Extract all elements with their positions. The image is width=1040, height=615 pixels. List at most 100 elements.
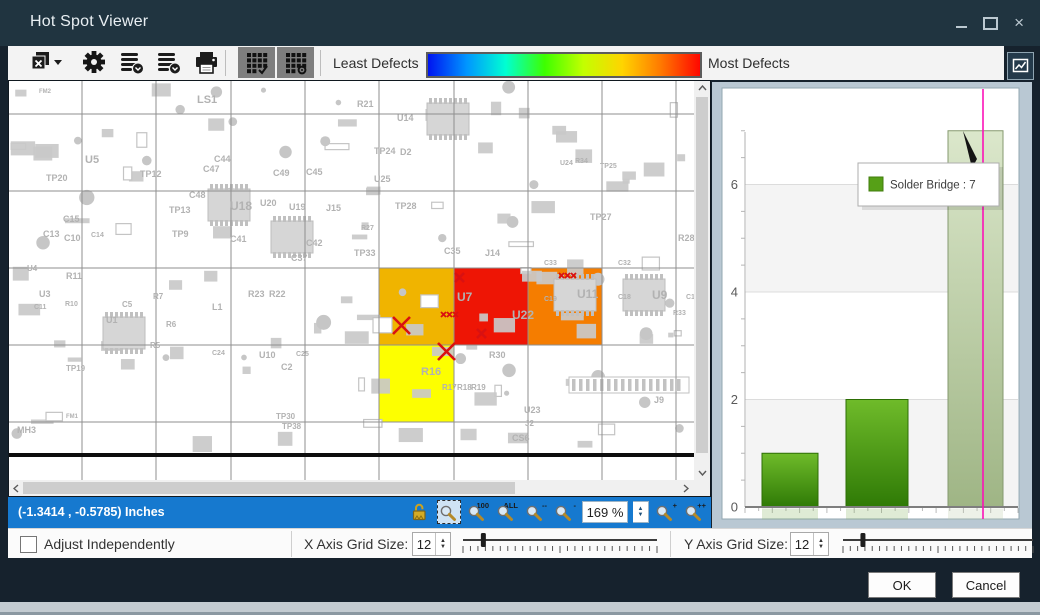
zoom-region-icon[interactable] bbox=[437, 500, 461, 524]
pcb-component-label: TP38 bbox=[282, 422, 302, 431]
pcb-component-label: TP13 bbox=[169, 205, 191, 215]
pcb-component-label: TP27 bbox=[590, 212, 612, 222]
pcb-component-label: C48 bbox=[189, 190, 206, 200]
x-grid-size-slider[interactable] bbox=[460, 533, 660, 560]
pcb-component-label: J15 bbox=[326, 203, 341, 213]
pcb-component-label: J2 bbox=[525, 419, 534, 428]
minimize-button[interactable] bbox=[956, 26, 967, 28]
zoom-in-icon[interactable]: + bbox=[654, 500, 678, 524]
pcb-component-label: R33 bbox=[673, 310, 686, 317]
zoom-out-icon[interactable]: - bbox=[553, 500, 577, 524]
x-grid-size-arrows[interactable]: ▲▼ bbox=[435, 533, 450, 555]
defect-color-scale bbox=[426, 52, 702, 78]
pcb-component-label: C35 bbox=[444, 246, 461, 256]
close-button[interactable]: × bbox=[1014, 14, 1024, 31]
slider-thumb[interactable] bbox=[481, 533, 486, 547]
y-axis-grid-size-label: Y Axis Grid Size: bbox=[684, 536, 788, 552]
y-grid-size-value[interactable]: 12 bbox=[791, 533, 813, 555]
maximize-button[interactable] bbox=[983, 17, 998, 30]
pcb-component-label: TP9 bbox=[172, 229, 189, 239]
pcb-component-label: LS1 bbox=[197, 94, 217, 106]
cancel-button[interactable]: Cancel bbox=[952, 572, 1020, 598]
y-grid-size-spinner[interactable]: 12 ▲▼ bbox=[790, 532, 829, 556]
grid-size-controls: Adjust Independently X Axis Grid Size: 1… bbox=[8, 528, 1032, 558]
pcb-component-label: U23 bbox=[524, 405, 541, 415]
pcb-component-label: C47 bbox=[203, 164, 220, 174]
toolbar-separator bbox=[320, 50, 321, 76]
pcb-component-label: TP19 bbox=[66, 364, 86, 373]
pcb-component-label: C19 bbox=[544, 296, 557, 303]
pcb-component-label: U7 bbox=[457, 290, 473, 304]
pcb-component-label: TP24 bbox=[374, 146, 396, 156]
statusbar: (-1.3414 , -0.5785) Inches 100ALL---169 … bbox=[8, 497, 711, 528]
y-grid-size-arrows[interactable]: ▲▼ bbox=[813, 533, 828, 555]
scroll-up-icon[interactable] bbox=[698, 85, 707, 91]
zoom-all-icon[interactable]: ALL bbox=[495, 500, 519, 524]
zoom-percent-field[interactable]: 169 % bbox=[582, 501, 628, 523]
chart-bar[interactable] bbox=[762, 453, 818, 507]
scroll-left-icon[interactable] bbox=[13, 484, 19, 493]
slider-thumb[interactable] bbox=[860, 533, 865, 547]
pcb-component-label: C18 bbox=[618, 294, 631, 301]
vertical-scrollbar[interactable] bbox=[694, 81, 710, 480]
pcb-component-label: R5 bbox=[150, 341, 161, 350]
load-defects-icon-2[interactable] bbox=[157, 51, 183, 80]
zoom-in-double-icon[interactable]: ++ bbox=[683, 500, 707, 524]
pcb-canvas[interactable]: LS1U5TP20TP12TP13TP9C15C13C10C14R11U3R10… bbox=[9, 81, 694, 480]
ok-button[interactable]: OK bbox=[868, 572, 936, 598]
pcb-component-label: C10 bbox=[64, 233, 81, 243]
pcb-component-label: C33 bbox=[544, 260, 557, 267]
export-views-icon[interactable] bbox=[30, 51, 64, 80]
pcb-component-label: R23 bbox=[248, 289, 265, 299]
vertical-scroll-thumb[interactable] bbox=[696, 97, 708, 453]
chart-bar[interactable] bbox=[846, 400, 908, 508]
window-bottom-border bbox=[0, 602, 1040, 612]
x-grid-size-spinner[interactable]: 12 ▲▼ bbox=[412, 532, 451, 556]
adjust-independently-checkbox[interactable] bbox=[20, 536, 37, 553]
defect-bar-chart[interactable]: 0246Solder Bridge : 7 bbox=[712, 82, 1032, 528]
x-grid-size-value[interactable]: 12 bbox=[413, 533, 435, 555]
defect-chart-toggle-button[interactable] bbox=[1007, 52, 1034, 80]
scroll-right-icon[interactable] bbox=[683, 484, 689, 493]
chart-y-tick-label: 2 bbox=[731, 392, 738, 407]
defect-chart-panel: 0246Solder Bridge : 7 bbox=[712, 82, 1032, 528]
pcb-component-label: R11 bbox=[66, 271, 82, 281]
pcb-component-label: D2 bbox=[400, 147, 412, 157]
pcb-hotspot-view[interactable]: LS1U5TP20TP12TP13TP9C15C13C10C14R11U3R10… bbox=[8, 80, 711, 497]
pcb-component-label: C15 bbox=[63, 214, 80, 224]
scroll-down-icon[interactable] bbox=[698, 470, 707, 476]
print-icon[interactable] bbox=[194, 51, 220, 80]
horizontal-scrollbar[interactable] bbox=[9, 480, 694, 496]
zoom-100-icon[interactable]: 100 bbox=[466, 500, 490, 524]
pcb-component-label: TP12 bbox=[140, 169, 162, 179]
pcb-component-label: R34 bbox=[575, 158, 588, 165]
pcb-component-label: R22 bbox=[269, 289, 286, 299]
lock-icon[interactable] bbox=[408, 500, 432, 524]
grid-apply-button[interactable] bbox=[238, 47, 275, 78]
pcb-component-label: TP30 bbox=[276, 412, 296, 421]
pcb-component-label: FM1 bbox=[66, 414, 79, 420]
window-title: Hot Spot Viewer bbox=[30, 13, 148, 31]
pcb-component-label: L1 bbox=[212, 302, 223, 312]
pcb-component-label: R17 bbox=[442, 383, 457, 392]
pcb-component-label: C45 bbox=[306, 167, 323, 177]
pcb-component-label: U4 bbox=[27, 264, 38, 273]
pcb-component-label: TP25 bbox=[600, 163, 617, 170]
settings-gear-icon[interactable] bbox=[81, 49, 107, 80]
load-defects-icon[interactable] bbox=[120, 51, 146, 80]
y-grid-size-slider[interactable] bbox=[840, 533, 1036, 560]
chart-y-tick-label: 4 bbox=[731, 285, 738, 300]
grid-settings-button[interactable] bbox=[277, 47, 314, 78]
line-chart-icon bbox=[1012, 58, 1029, 74]
pcb-component-label: R16 bbox=[421, 366, 441, 378]
pcb-component-label: C42 bbox=[306, 238, 323, 248]
least-defects-label: Least Defects bbox=[333, 55, 419, 71]
zoom-percent-spinner[interactable]: ▲▼ bbox=[633, 501, 649, 523]
toolbar: Least Defects Most Defects bbox=[8, 46, 1004, 80]
hotspot-cell[interactable] bbox=[454, 268, 528, 345]
horizontal-scroll-thumb[interactable] bbox=[23, 482, 515, 494]
titlebar: Hot Spot Viewer × bbox=[0, 0, 1040, 46]
zoom-out-double-icon[interactable]: -- bbox=[524, 500, 548, 524]
pcb-component-label: C11 bbox=[34, 304, 47, 311]
svg-text:--: -- bbox=[542, 501, 547, 510]
